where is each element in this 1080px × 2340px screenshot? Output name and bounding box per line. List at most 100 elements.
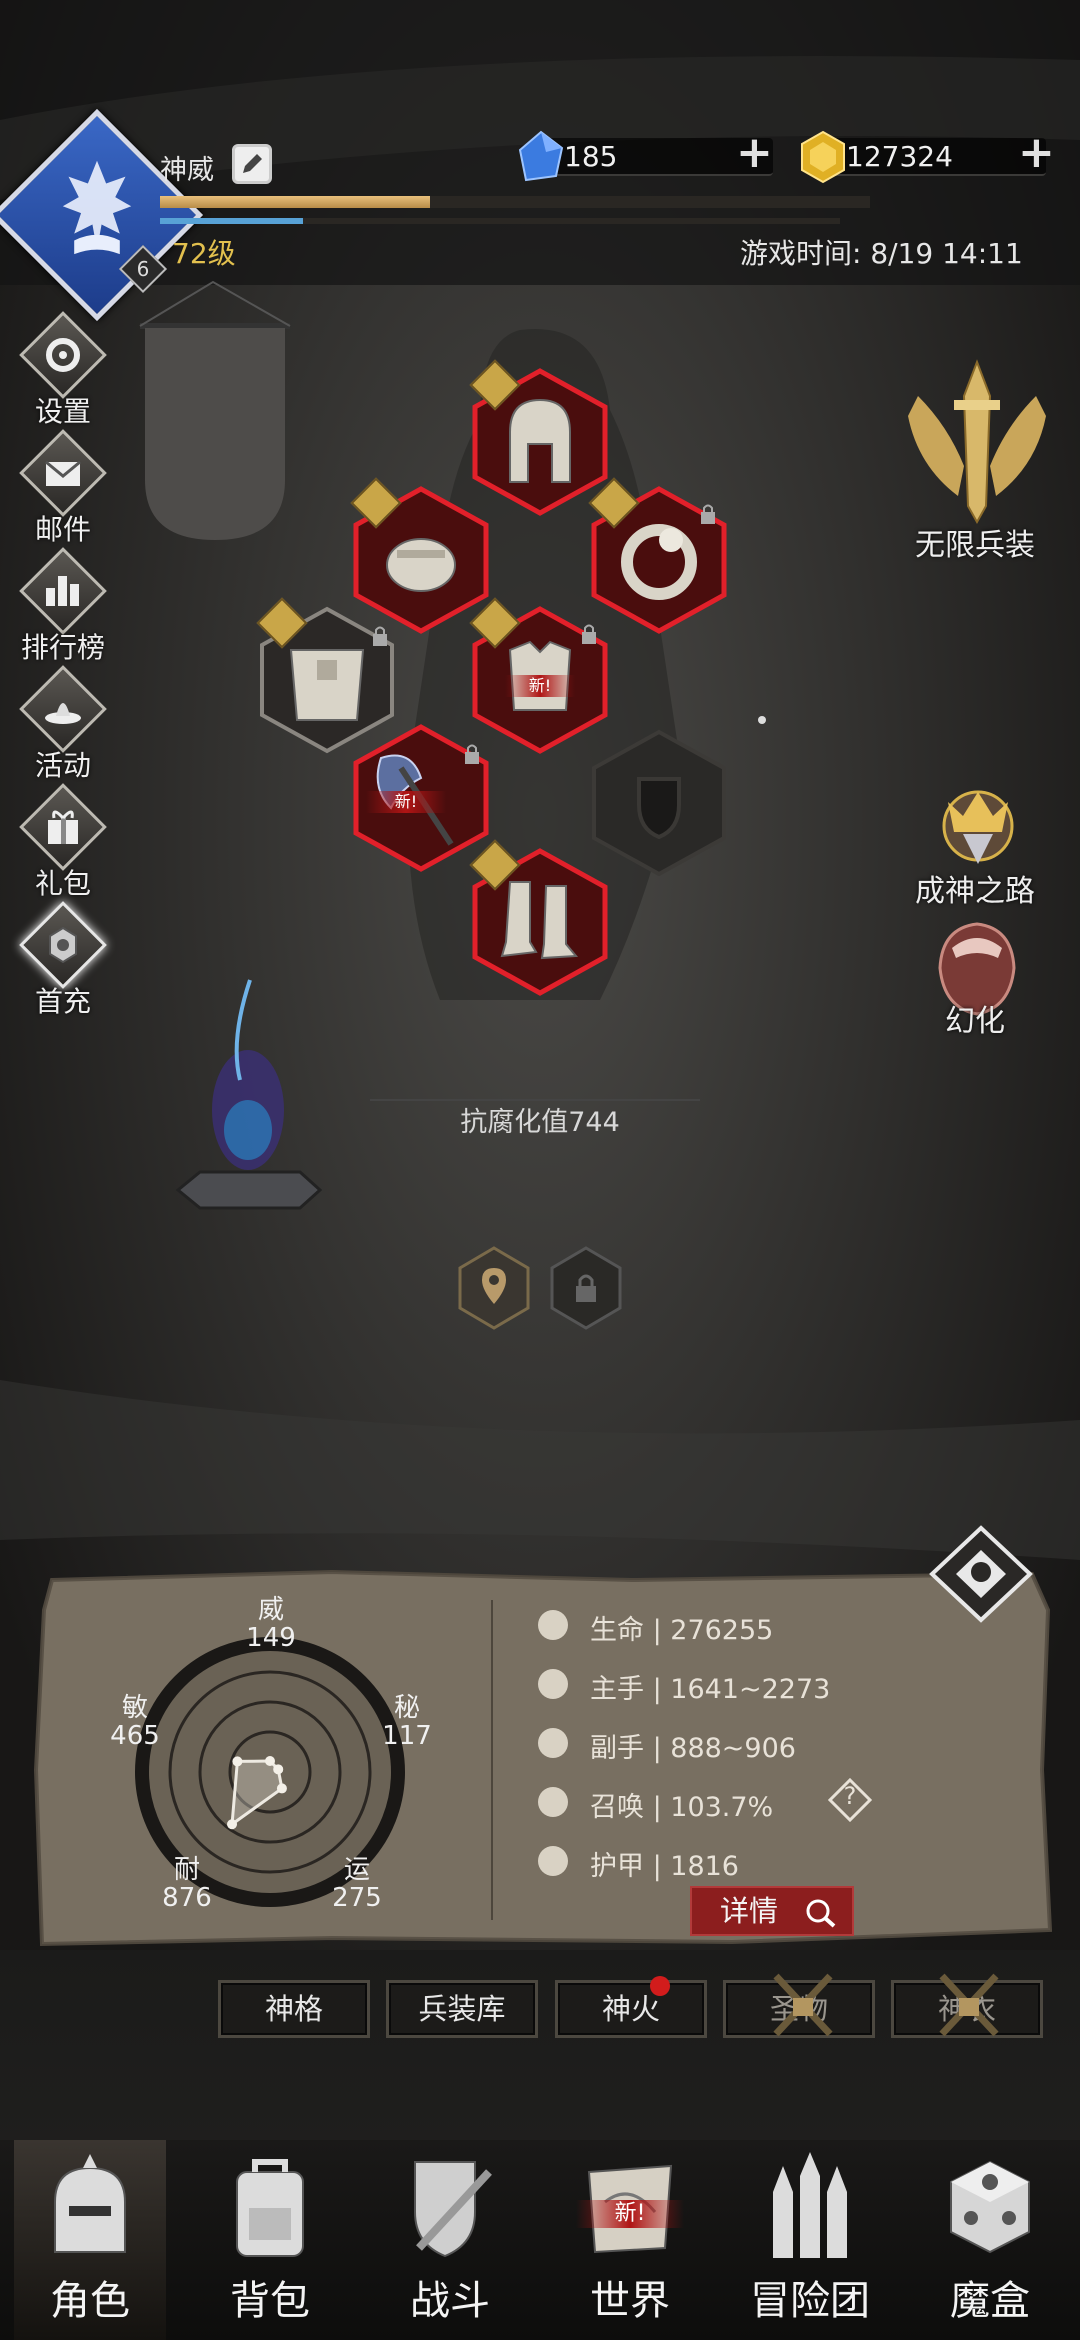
details-button-label: 详情 [720,1894,779,1928]
nav-battle[interactable]: 战斗 [360,2140,540,2340]
location-pin-button[interactable] [460,1248,528,1328]
radar-nai-name: 耐 [173,1855,200,1885]
add-gold-button[interactable]: + [1018,131,1055,175]
radar-yun-name: 运 [343,1855,370,1885]
radar-label-wei: 威 149 [236,1596,306,1652]
stat-summon-label: 召唤 [590,1792,644,1823]
pencil-icon [243,154,262,173]
lock-icon [465,744,479,764]
summon-icon [538,1787,568,1817]
notification-dot [650,1976,670,1996]
menu-events[interactable]: 活动 [8,665,118,790]
lock-icon [582,624,596,644]
menu-mail-label: 邮件 [34,513,91,546]
help-mark: ? [843,1782,857,1810]
equip-slot-boots[interactable] [465,839,615,997]
menu-settings[interactable]: 设置 [8,311,118,436]
castle-icon [773,2152,847,2258]
stat-off-hand-label: 副手 [590,1733,644,1764]
summon-help-button[interactable]: ? [827,1777,873,1823]
chain-lock-icon [939,1973,999,2037]
stat-summon-value: 103.7% [670,1792,774,1823]
nav-magic-box-label: 魔盒 [950,2278,1030,2324]
leaderboard-icon [46,576,79,606]
player-name: 神威 [160,155,214,186]
radar-nai-value: 876 [162,1883,212,1913]
path-to-god-label[interactable]: 成神之路 [880,866,1070,910]
nav-world[interactable]: 新! 世界 [540,2140,720,2340]
radar-wei-name: 威 [257,1595,284,1625]
gold-gem-icon [801,130,845,184]
lock-icon [701,504,715,524]
gift-icon [48,810,78,844]
radar-label-yun: 运 275 [322,1856,392,1912]
blue-gem-icon [518,130,564,182]
radar-min-value: 465 [110,1721,160,1751]
infinite-arms-label[interactable]: 无限兵装 [880,520,1070,564]
menu-gift-pack[interactable]: 礼包 [8,783,118,908]
nav-backpack-label: 背包 [230,2278,310,2324]
nav-magic-box[interactable]: 魔盒 [900,2140,1080,2340]
ring-icon [621,524,697,600]
new-world-tag: 新! [576,2200,684,2228]
event-icon [45,703,81,724]
menu-first-recharge[interactable]: 首充 [8,901,118,1026]
menu-settings-label: 设置 [34,395,91,428]
menu-leaderboard[interactable]: 排行榜 [8,547,118,672]
stat-armor-label: 护甲 [590,1851,644,1882]
nav-adventure-team-label: 冒险团 [750,2278,870,2324]
menu-gift-label: 礼包 [34,867,91,900]
transform-label[interactable]: 幻化 [880,996,1070,1040]
radar-yun-value: 275 [332,1883,382,1913]
magic-cube-icon [950,2160,1030,2254]
mail-icon [45,460,81,486]
radar-min-name: 敏 [121,1693,148,1723]
nav-battle-label: 战斗 [410,2278,490,2324]
armor-icon [538,1846,568,1876]
radar-label-nai: 耐 876 [152,1856,222,1912]
chain-lock-icon [773,1973,833,2037]
path-to-god-icon[interactable] [928,772,1028,872]
menu-mail[interactable]: 邮件 [8,429,118,554]
gold-count: 127324 [846,140,953,173]
experience-bar-fill [160,196,430,208]
radar-label-mi: 秘 117 [372,1694,442,1750]
first-recharge-icon [49,926,77,964]
stat-health-label: 生命 [590,1615,644,1646]
stat-health-value: 276255 [670,1615,774,1646]
infinite-arms-icon[interactable] [898,356,1056,526]
nav-character[interactable]: 角色 [0,2140,180,2340]
nav-backpack[interactable]: 背包 [180,2140,360,2340]
belt-icon [289,649,365,721]
secondary-bar-fill [160,218,303,224]
menu-leaderboard-label: 排行榜 [20,631,105,664]
helmet-nav-icon [54,2154,126,2253]
tab-divinity[interactable]: 神格 [218,1980,370,2038]
sword-icon [538,1669,568,1699]
stat-main-hand-label: 主手 [590,1674,644,1705]
nav-world-label: 世界 [590,2278,670,2324]
tab-divine-fire[interactable]: 神火 [555,1980,707,2038]
menu-first-recharge-label: 首充 [34,985,91,1018]
radar-point-wei [265,1756,275,1767]
tab-armory[interactable]: 兵装库 [386,1980,538,2038]
stat-off-hand-value: 888~906 [670,1733,796,1764]
gem-count: 185 [564,140,618,173]
details-button[interactable]: 详情 [690,1886,854,1936]
corruption-resistance: 抗腐化值744 [460,1107,620,1138]
stat-main-hand-value: 1641~2273 [670,1674,831,1705]
radar-wei-value: 149 [246,1623,296,1653]
edit-name-button[interactable] [232,144,272,184]
locked-map-button[interactable] [552,1248,620,1328]
new-item-tag: 新! [505,675,575,697]
radar-mi-value: 117 [382,1721,432,1751]
nav-adventure-team[interactable]: 冒险团 [720,2140,900,2340]
boots-icon [500,881,579,960]
bracer-icon [386,538,456,592]
dagger-icon [538,1728,568,1758]
radar-point-yun [276,1783,287,1794]
add-gems-button[interactable]: + [736,131,773,175]
avatar-rank-number: 6 [136,257,150,281]
panel-collapse-button[interactable] [926,1524,1036,1634]
backpack-icon [236,2159,304,2257]
